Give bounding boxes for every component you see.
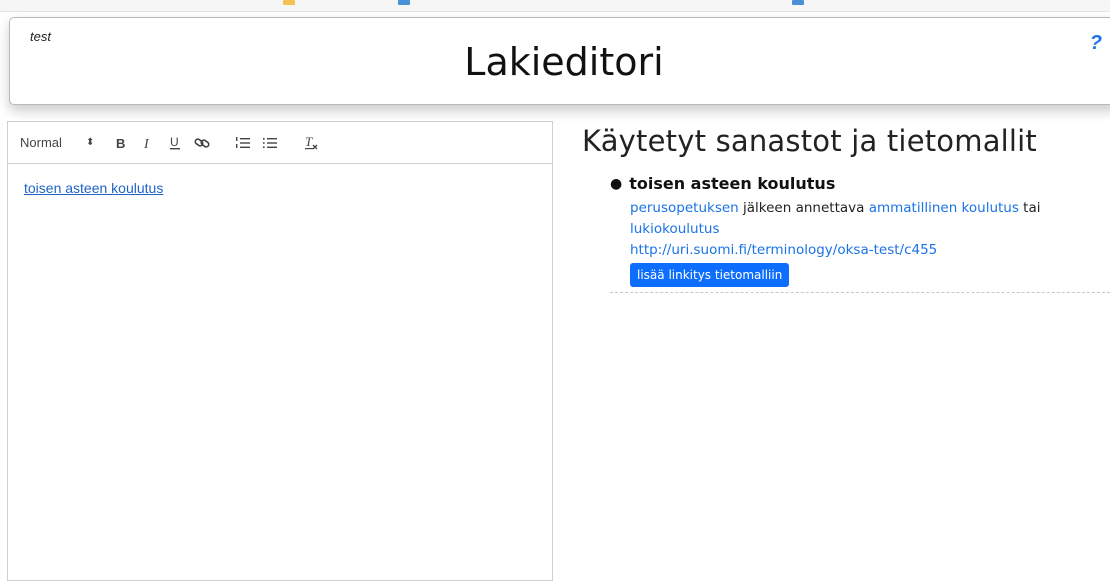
svg-text:B: B (116, 136, 125, 150)
ordered-list-icon (236, 136, 251, 148)
vocabularies-title: Käytetyt sanastot ja tietomallit (582, 124, 1038, 158)
editor-term-link[interactable]: toisen asteen koulutus (24, 180, 163, 196)
bullet-icon: ● (610, 175, 623, 192)
link-button[interactable] (191, 132, 213, 154)
select-arrows-icon: ⬍ (86, 137, 95, 148)
definition-link-perusopetuksen[interactable]: perusopetuksen (630, 200, 739, 216)
term-name: toisen asteen koulutus (629, 174, 836, 193)
vocabularies-panel: Käytetyt sanastot ja tietomallit ● toise… (582, 124, 1110, 293)
link-icon (194, 137, 210, 148)
svg-text:T: T (305, 135, 313, 149)
definition-line: perusopetuksen jälkeen annettava ammatil… (630, 198, 1110, 219)
app-header: test Lakieditori ? (9, 17, 1110, 105)
svg-text:I: I (143, 137, 150, 150)
clear-format-button[interactable]: T (300, 132, 322, 154)
definition-link-ammatillinen-koulutus[interactable]: ammatillinen koulutus (869, 200, 1019, 216)
bold-button[interactable]: B (110, 132, 132, 154)
definition-text: jälkeen annettava (738, 200, 869, 216)
app-title: Lakieditori (464, 40, 664, 84)
format-select-value: Normal (20, 135, 62, 150)
help-button[interactable]: ? (1090, 32, 1102, 55)
editor-content[interactable]: toisen asteen koulutus (8, 164, 552, 212)
clear-format-icon: T (305, 135, 318, 149)
add-link-to-datamodel-button[interactable]: lisää linkitys tietomalliin (630, 263, 790, 287)
underline-button[interactable]: U (164, 132, 186, 154)
definition-link-lukiokoulutus[interactable]: lukiokoulutus (630, 221, 719, 237)
italic-button[interactable]: I (137, 132, 159, 154)
term-definition: perusopetuksen jälkeen annettava ammatil… (610, 198, 1110, 293)
term-heading: ● toisen asteen koulutus (610, 174, 1110, 193)
underline-icon: U (170, 135, 181, 149)
term-uri-link[interactable]: http://uri.suomi.fi/terminology/oksa-tes… (630, 242, 937, 258)
editor-toolbar: Normal ⬍ B I U T (8, 122, 552, 164)
italic-icon: I (143, 137, 150, 150)
svg-text:U: U (170, 135, 179, 149)
bullet-list-button[interactable] (259, 132, 281, 154)
rich-text-editor: Normal ⬍ B I U T toisen asteen koulutus (7, 121, 553, 581)
bullet-list-icon (263, 137, 278, 148)
browser-bookmarks-strip (0, 0, 1110, 12)
definition-text-or: tai (1018, 200, 1041, 216)
bold-icon: B (116, 136, 125, 150)
ordered-list-button[interactable] (232, 132, 254, 154)
format-select[interactable]: Normal ⬍ (20, 135, 94, 150)
term-item: ● toisen asteen koulutus perusopetuksen … (610, 174, 1110, 293)
